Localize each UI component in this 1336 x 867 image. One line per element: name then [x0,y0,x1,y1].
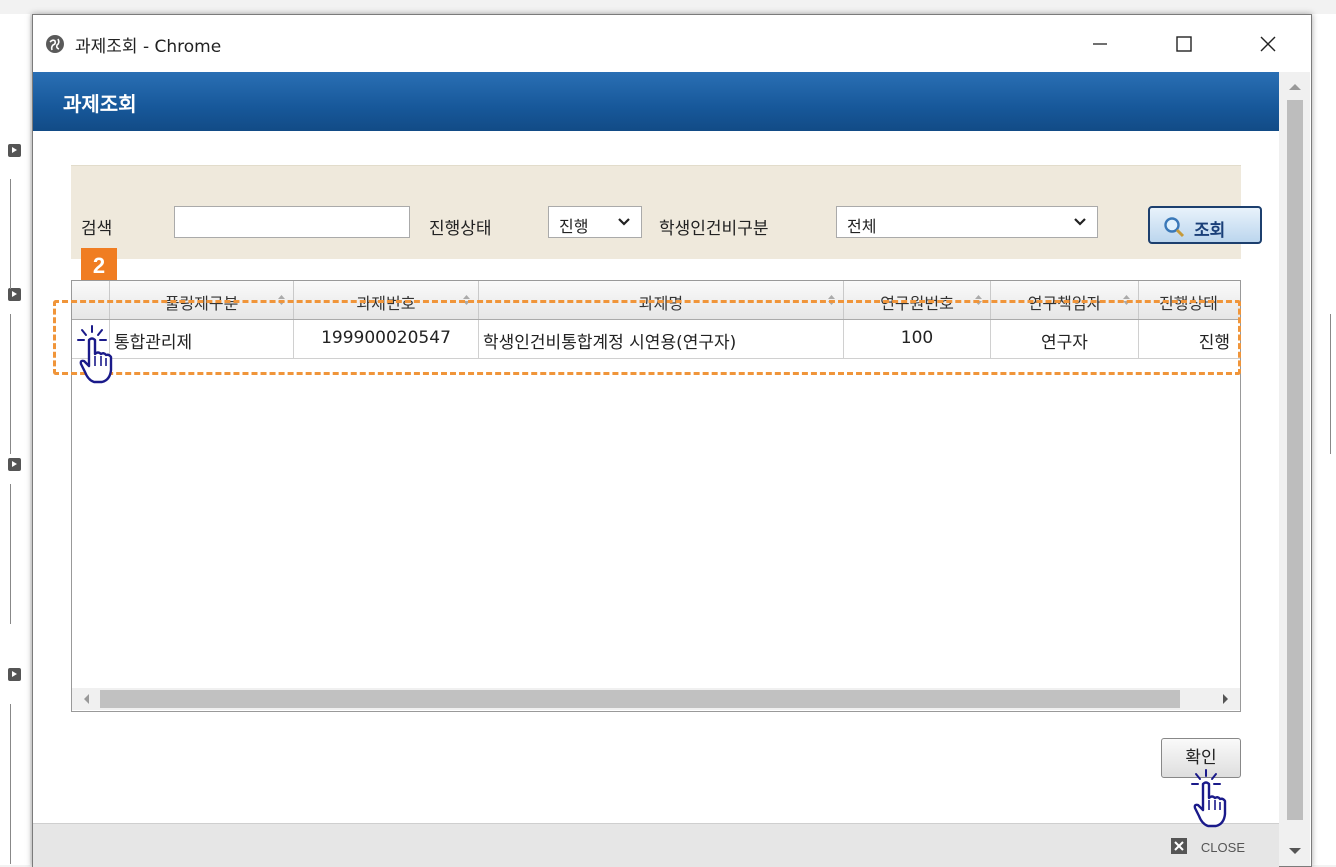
expand-icon [8,458,21,471]
footer-bar: CLOSE [33,823,1279,867]
popup-content: 과제조회 검색 진행상태 진행 학생인건비구분 전체 조회 2 풀링제구분 과제… [33,72,1279,867]
table-cell: 100 [844,320,991,358]
vertical-scrollbar[interactable] [1279,72,1310,866]
table-cell: 연구자 [991,320,1139,358]
sort-icon [828,295,835,305]
column-header[interactable]: 연구책임자 [991,281,1139,319]
category-select-value: 전체 [847,217,877,236]
minimize-button[interactable] [1080,25,1120,61]
column-header[interactable]: 연구원번호 [844,281,991,319]
header-bar: 과제조회 [33,72,1279,131]
page-title: 과제조회 [63,92,137,116]
background-border [1330,314,1331,454]
table-cell: 학생인건비통합계정 시연용(연구자) [479,320,844,358]
category-select[interactable]: 전체 [836,206,1098,238]
minimize-icon [1093,43,1107,45]
background-border [10,314,11,454]
scrollbar-thumb[interactable] [1287,100,1303,820]
horizontal-scrollbar[interactable] [72,688,1240,710]
search-button[interactable]: 조회 [1148,206,1262,244]
close-link[interactable]: CLOSE [1201,840,1245,855]
chevron-down-icon [618,218,630,226]
sort-icon [1123,295,1130,305]
column-header[interactable]: 과제명 [479,281,844,319]
expand-icon [8,668,21,681]
status-select[interactable]: 진행 [548,206,642,238]
sort-icon [975,295,982,305]
window-titlebar: 과제조회 - Chrome [33,15,1311,72]
column-header[interactable]: 진행상태 [1139,281,1240,319]
close-icon [1260,36,1276,52]
column-header[interactable]: 풀링제구분 [110,281,294,319]
confirm-button[interactable]: 확인 [1161,738,1241,778]
scrollbar-thumb[interactable] [100,690,1180,708]
table-cell: 199900020547 [294,320,479,358]
background-page-left [0,14,30,865]
close-x-icon[interactable] [1171,838,1187,854]
column-header[interactable]: 과제번호 [294,281,479,319]
chevron-down-icon [1074,218,1086,226]
category-label: 학생인건비구분 [659,219,769,239]
table-row[interactable]: 통합관리제 199900020547 학생인건비통합계정 시연용(연구자) 10… [72,320,1240,359]
scroll-up-icon[interactable] [1289,84,1301,90]
scroll-down-icon[interactable] [1289,848,1301,854]
sort-icon [463,295,470,305]
row-select-cell[interactable] [72,320,110,358]
globe-icon [46,35,64,53]
expand-icon [8,288,21,301]
popup-window: 과제조회 - Chrome 과제조회 검색 진행상태 진행 학생인건비구분 전체 [32,14,1312,867]
search-label: 검색 [81,219,113,239]
result-grid: 풀링제구분 과제번호 과제명 연구원번호 연구책임자 진행상태 통합관리제 19… [71,280,1241,712]
maximize-icon [1176,36,1192,52]
window-title: 과제조회 - Chrome [75,37,222,57]
scroll-left-icon[interactable] [84,694,89,704]
background-border [10,484,11,624]
search-input[interactable] [174,206,410,238]
magnifier-icon [1164,217,1185,238]
filter-panel: 검색 진행상태 진행 학생인건비구분 전체 조회 [71,165,1262,259]
scroll-right-icon[interactable] [1223,694,1228,704]
table-cell: 통합관리제 [110,320,294,358]
search-button-label: 조회 [1194,221,1226,241]
header-blank-cell [72,281,110,319]
step-badge: 2 [81,248,117,284]
table-cell: 진행 [1198,333,1230,353]
status-select-value: 진행 [559,217,589,236]
maximize-button[interactable] [1164,25,1204,61]
sort-icon [278,295,285,305]
status-label: 진행상태 [429,219,492,239]
grid-header: 풀링제구분 과제번호 과제명 연구원번호 연구책임자 진행상태 [72,281,1240,320]
expand-icon [8,144,21,157]
close-button[interactable] [1248,25,1288,61]
background-page-right [1310,14,1336,865]
background-border [10,704,11,864]
background-border [10,179,11,289]
